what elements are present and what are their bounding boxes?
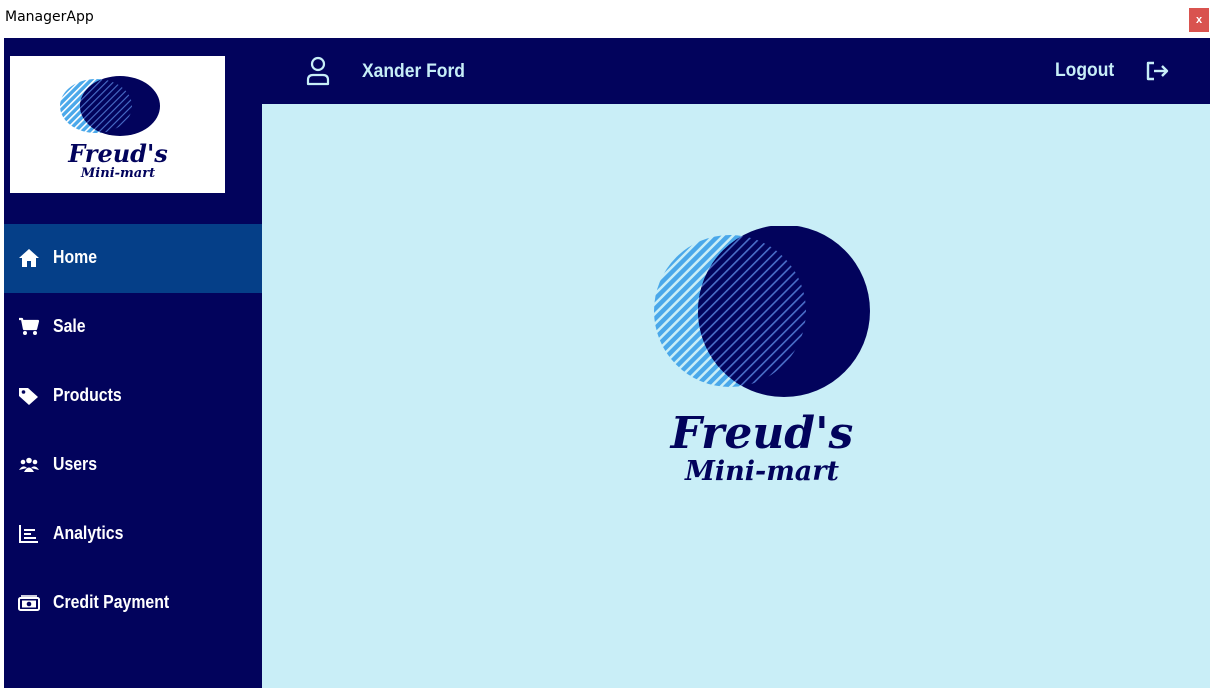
sidebar-item-credit-payment[interactable]: Credit Payment [4,569,262,638]
tag-icon [19,388,38,405]
sidebar-item-label: Home [53,247,98,267]
sidebar-item-products[interactable]: Products [4,362,262,431]
main-content: Freud's Mini-mart [262,104,1210,688]
user-name: Xander Ford [362,61,465,82]
sidebar-item-label: Products [53,385,122,405]
sidebar-item-users[interactable]: Users [4,431,262,500]
cash-icon [18,595,40,611]
users-icon [19,457,39,472]
sidebar-logo: Freud's Mini-mart [10,56,225,193]
header-bar: Xander Ford Logout [262,38,1210,104]
sidebar-logo-line1: Freud's [67,139,168,168]
main-logo: Freud's Mini-mart [654,226,870,487]
title-bar: ManagerApp x [0,0,1214,38]
close-button[interactable]: x [1189,8,1209,32]
sidebar-logo-line2: Mini-mart [80,166,155,181]
sidebar-item-label: Users [53,454,98,474]
sidebar-item-label: Sale [53,316,86,336]
analytics-icon [19,525,38,543]
main-logo-line1: Freud's [669,408,854,459]
logout-button[interactable]: Logout [1055,60,1114,82]
home-icon [19,249,39,267]
sidebar: Freud's Mini-mart Home Sale Products Use… [4,38,262,688]
window-title: ManagerApp [5,9,94,25]
sidebar-item-home[interactable]: Home [4,224,262,293]
sidebar-item-sale[interactable]: Sale [4,293,262,362]
main-logo-line2: Mini-mart [684,456,840,487]
sidebar-item-analytics[interactable]: Analytics [4,500,262,569]
sidebar-item-label: Credit Payment [53,592,170,612]
user-icon [306,56,330,86]
cart-icon [19,317,40,335]
logout-icon[interactable] [1145,60,1171,82]
sidebar-item-label: Analytics [53,523,124,543]
